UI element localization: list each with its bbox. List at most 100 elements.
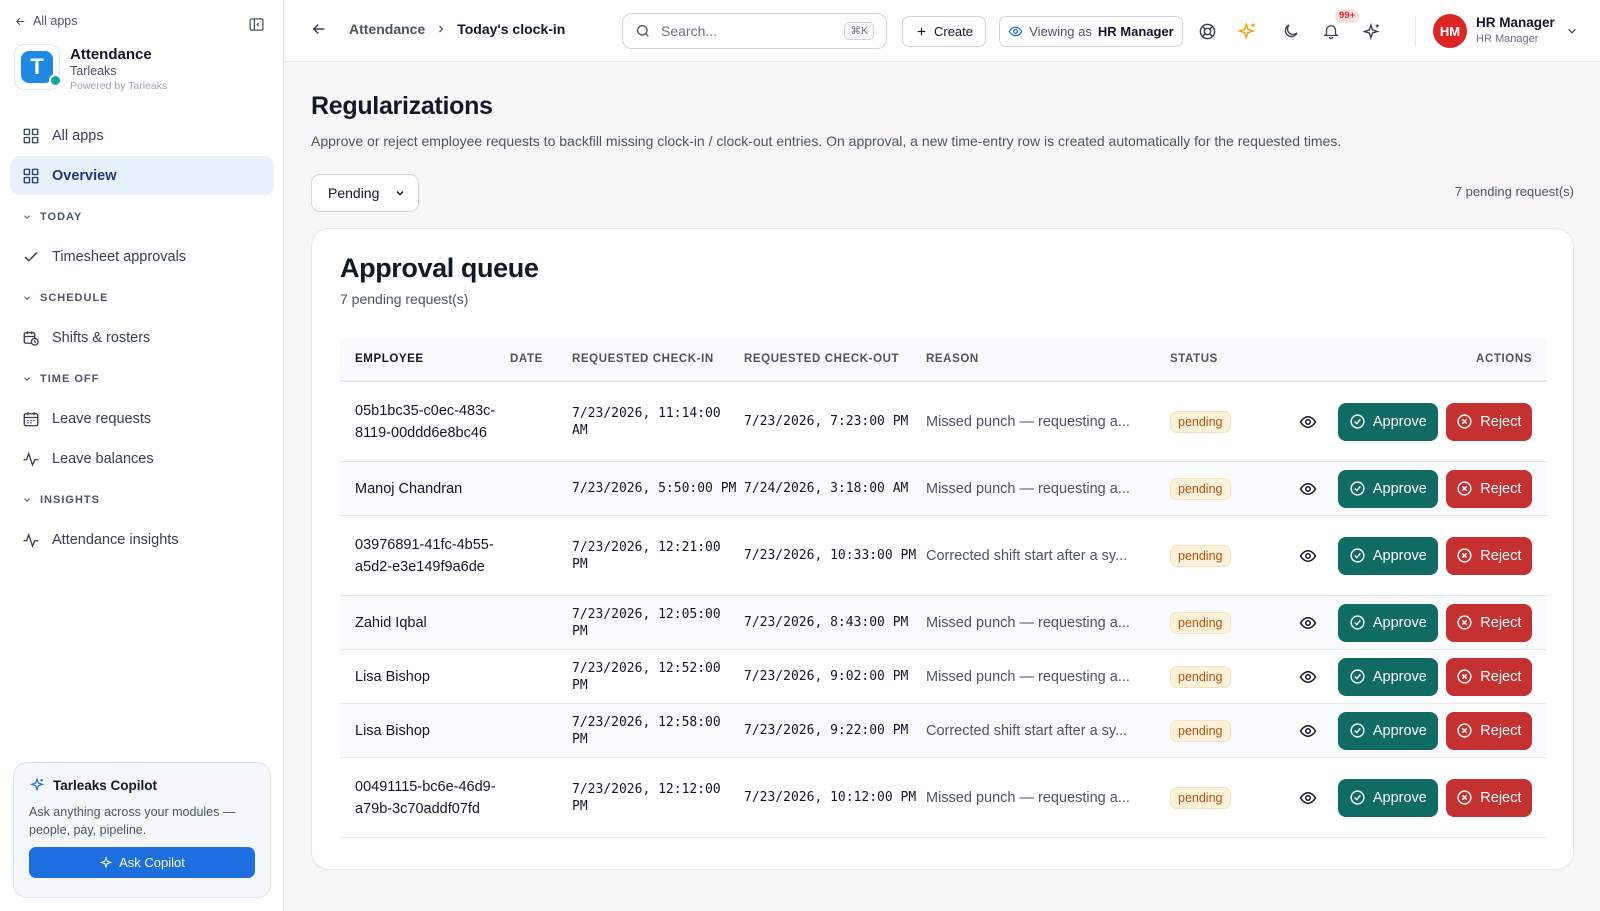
viewing-as-role: HR Manager [1097, 24, 1174, 39]
cell-status: pending [1170, 477, 1278, 500]
reject-button[interactable]: Reject [1445, 536, 1532, 575]
approve-button[interactable]: Approve [1338, 711, 1438, 750]
eye-icon [1299, 482, 1317, 495]
section-toggle-insights[interactable]: INSIGHTS [10, 480, 274, 520]
breadcrumb-attendance[interactable]: Attendance [349, 21, 425, 37]
reason-text: Corrected shift start after a sy... [926, 547, 1128, 564]
bell-icon [1323, 25, 1339, 40]
sidebar-item-shifts-rosters[interactable]: Shifts & rosters [10, 318, 274, 357]
cell-status: pending [1170, 719, 1278, 742]
sidebar-nav: All apps Overview TODAY Timesheet approv… [10, 116, 274, 560]
search-input[interactable]: Search... ⌘K [622, 13, 887, 49]
reject-button[interactable]: Reject [1445, 711, 1532, 750]
approve-button[interactable]: Approve [1338, 469, 1438, 508]
sidebar-item-overview[interactable]: Overview [10, 156, 274, 195]
page-title: Regularizations [311, 92, 493, 120]
arrow-left-icon [15, 17, 25, 25]
help-button[interactable] [1196, 20, 1218, 42]
ask-copilot-button[interactable]: Ask Copilot [29, 847, 255, 878]
topbar-divider [1415, 16, 1416, 46]
status-filter-select[interactable]: Pending [311, 174, 419, 212]
view-details-button[interactable] [1278, 614, 1338, 632]
cell-check-in: 7/23/2026, 12:21:00 PM [572, 539, 721, 572]
approve-button[interactable]: Approve [1338, 536, 1438, 575]
reject-button[interactable]: Reject [1445, 402, 1532, 441]
search-shortcut: ⌘K [844, 22, 874, 40]
view-details-button[interactable] [1278, 668, 1338, 686]
page-description: Approve or reject employee requests to b… [311, 133, 1342, 149]
viewing-as-label: Viewing as [1029, 24, 1092, 39]
reason-text: Corrected shift start after a sy... [926, 722, 1128, 739]
activity-icon [23, 451, 39, 467]
sidebar-item-leave-requests[interactable]: Leave requests [10, 399, 274, 438]
approve-button[interactable]: Approve [1338, 778, 1438, 817]
all-apps-back-link[interactable]: All apps [14, 14, 77, 28]
x-circle-icon [1457, 790, 1472, 805]
view-details-button[interactable] [1278, 547, 1338, 565]
col-actions: ACTIONS [1476, 353, 1532, 365]
approve-label: Approve [1372, 614, 1427, 631]
cell-employee: Manoj Chandran [355, 480, 463, 497]
chevron-down-icon [396, 190, 404, 196]
all-apps-back-label: All apps [33, 14, 78, 28]
collapse-sidebar-button[interactable] [246, 14, 266, 34]
user-name[interactable]: HR Manager [1476, 15, 1555, 30]
view-details-button[interactable] [1278, 789, 1338, 807]
user-role: HR Manager [1476, 33, 1539, 45]
create-button[interactable]: Create [902, 16, 986, 47]
viewing-as-switcher[interactable]: Viewing as HR Manager [999, 16, 1183, 47]
table-row: 00491115-bc6e-46d9-a79b-3c70addf07fd 7/2… [340, 758, 1547, 838]
status-badge: pending [1170, 611, 1231, 634]
back-button[interactable] [310, 20, 330, 40]
reject-button[interactable]: Reject [1445, 657, 1532, 696]
approval-queue-subtitle: 7 pending request(s) [340, 291, 469, 307]
sparkle-icon [29, 777, 45, 792]
sparkle-icon [99, 855, 113, 869]
status-badge: pending [1170, 665, 1231, 688]
org-name: Tarleaks [70, 64, 117, 78]
approval-queue-title: Approval queue [340, 253, 539, 283]
section-toggle-schedule[interactable]: SCHEDULE [10, 278, 274, 318]
view-details-button[interactable] [1278, 480, 1338, 498]
sparkle-icon [1362, 22, 1380, 40]
user-menu-toggle[interactable] [1565, 24, 1579, 38]
avatar[interactable]: HM [1433, 14, 1467, 48]
cell-employee: 03976891-41fc-4b55-a5d2-e3e149f9a6de [355, 536, 494, 575]
section-toggle-today[interactable]: TODAY [10, 197, 274, 237]
approve-button[interactable]: Approve [1338, 402, 1438, 441]
status-badge: pending [1170, 544, 1231, 567]
view-details-button[interactable] [1278, 413, 1338, 431]
ai-sparkle-button[interactable] [1237, 20, 1259, 42]
reason-text: Missed punch — requesting a... [926, 413, 1130, 430]
approve-button[interactable]: Approve [1338, 657, 1438, 696]
check-circle-icon [1350, 615, 1365, 630]
reject-button[interactable]: Reject [1445, 778, 1532, 817]
sidebar-item-timesheet-approvals[interactable]: Timesheet approvals [10, 237, 274, 276]
clock-badge-icon [49, 74, 62, 87]
table-row: 03976891-41fc-4b55-a5d2-e3e149f9a6de 7/2… [340, 516, 1547, 596]
x-circle-icon [1457, 723, 1472, 738]
section-title: SCHEDULE [40, 292, 109, 304]
reject-button[interactable]: Reject [1445, 469, 1532, 508]
sidebar-item-leave-balances[interactable]: Leave balances [10, 439, 274, 478]
assistant-button[interactable] [1361, 20, 1383, 42]
cell-check-in: 7/23/2026, 12:58:00 PM [572, 714, 721, 747]
status-filter-value: Pending [328, 185, 380, 201]
cell-check-out: 7/23/2026, 9:22:00 PM [744, 723, 909, 738]
eye-icon [1299, 616, 1317, 629]
moon-icon [1284, 24, 1298, 38]
cell-status: pending [1170, 665, 1278, 688]
status-badge: pending [1170, 719, 1231, 742]
x-circle-icon [1457, 548, 1472, 563]
section-toggle-time-off[interactable]: TIME OFF [10, 359, 274, 399]
sparkles-icon [1238, 21, 1256, 41]
notifications-button[interactable] [1320, 20, 1342, 42]
approve-button[interactable]: Approve [1338, 603, 1438, 642]
theme-toggle-button[interactable] [1280, 20, 1302, 42]
sidebar: All apps T Attendance Tarleaks Powered b… [0, 0, 284, 911]
view-details-button[interactable] [1278, 722, 1338, 740]
sidebar-item-attendance-insights[interactable]: Attendance insights [10, 520, 274, 559]
reject-button[interactable]: Reject [1445, 603, 1532, 642]
col-reason: REASON [926, 353, 979, 365]
sidebar-item-all-apps[interactable]: All apps [10, 116, 274, 155]
